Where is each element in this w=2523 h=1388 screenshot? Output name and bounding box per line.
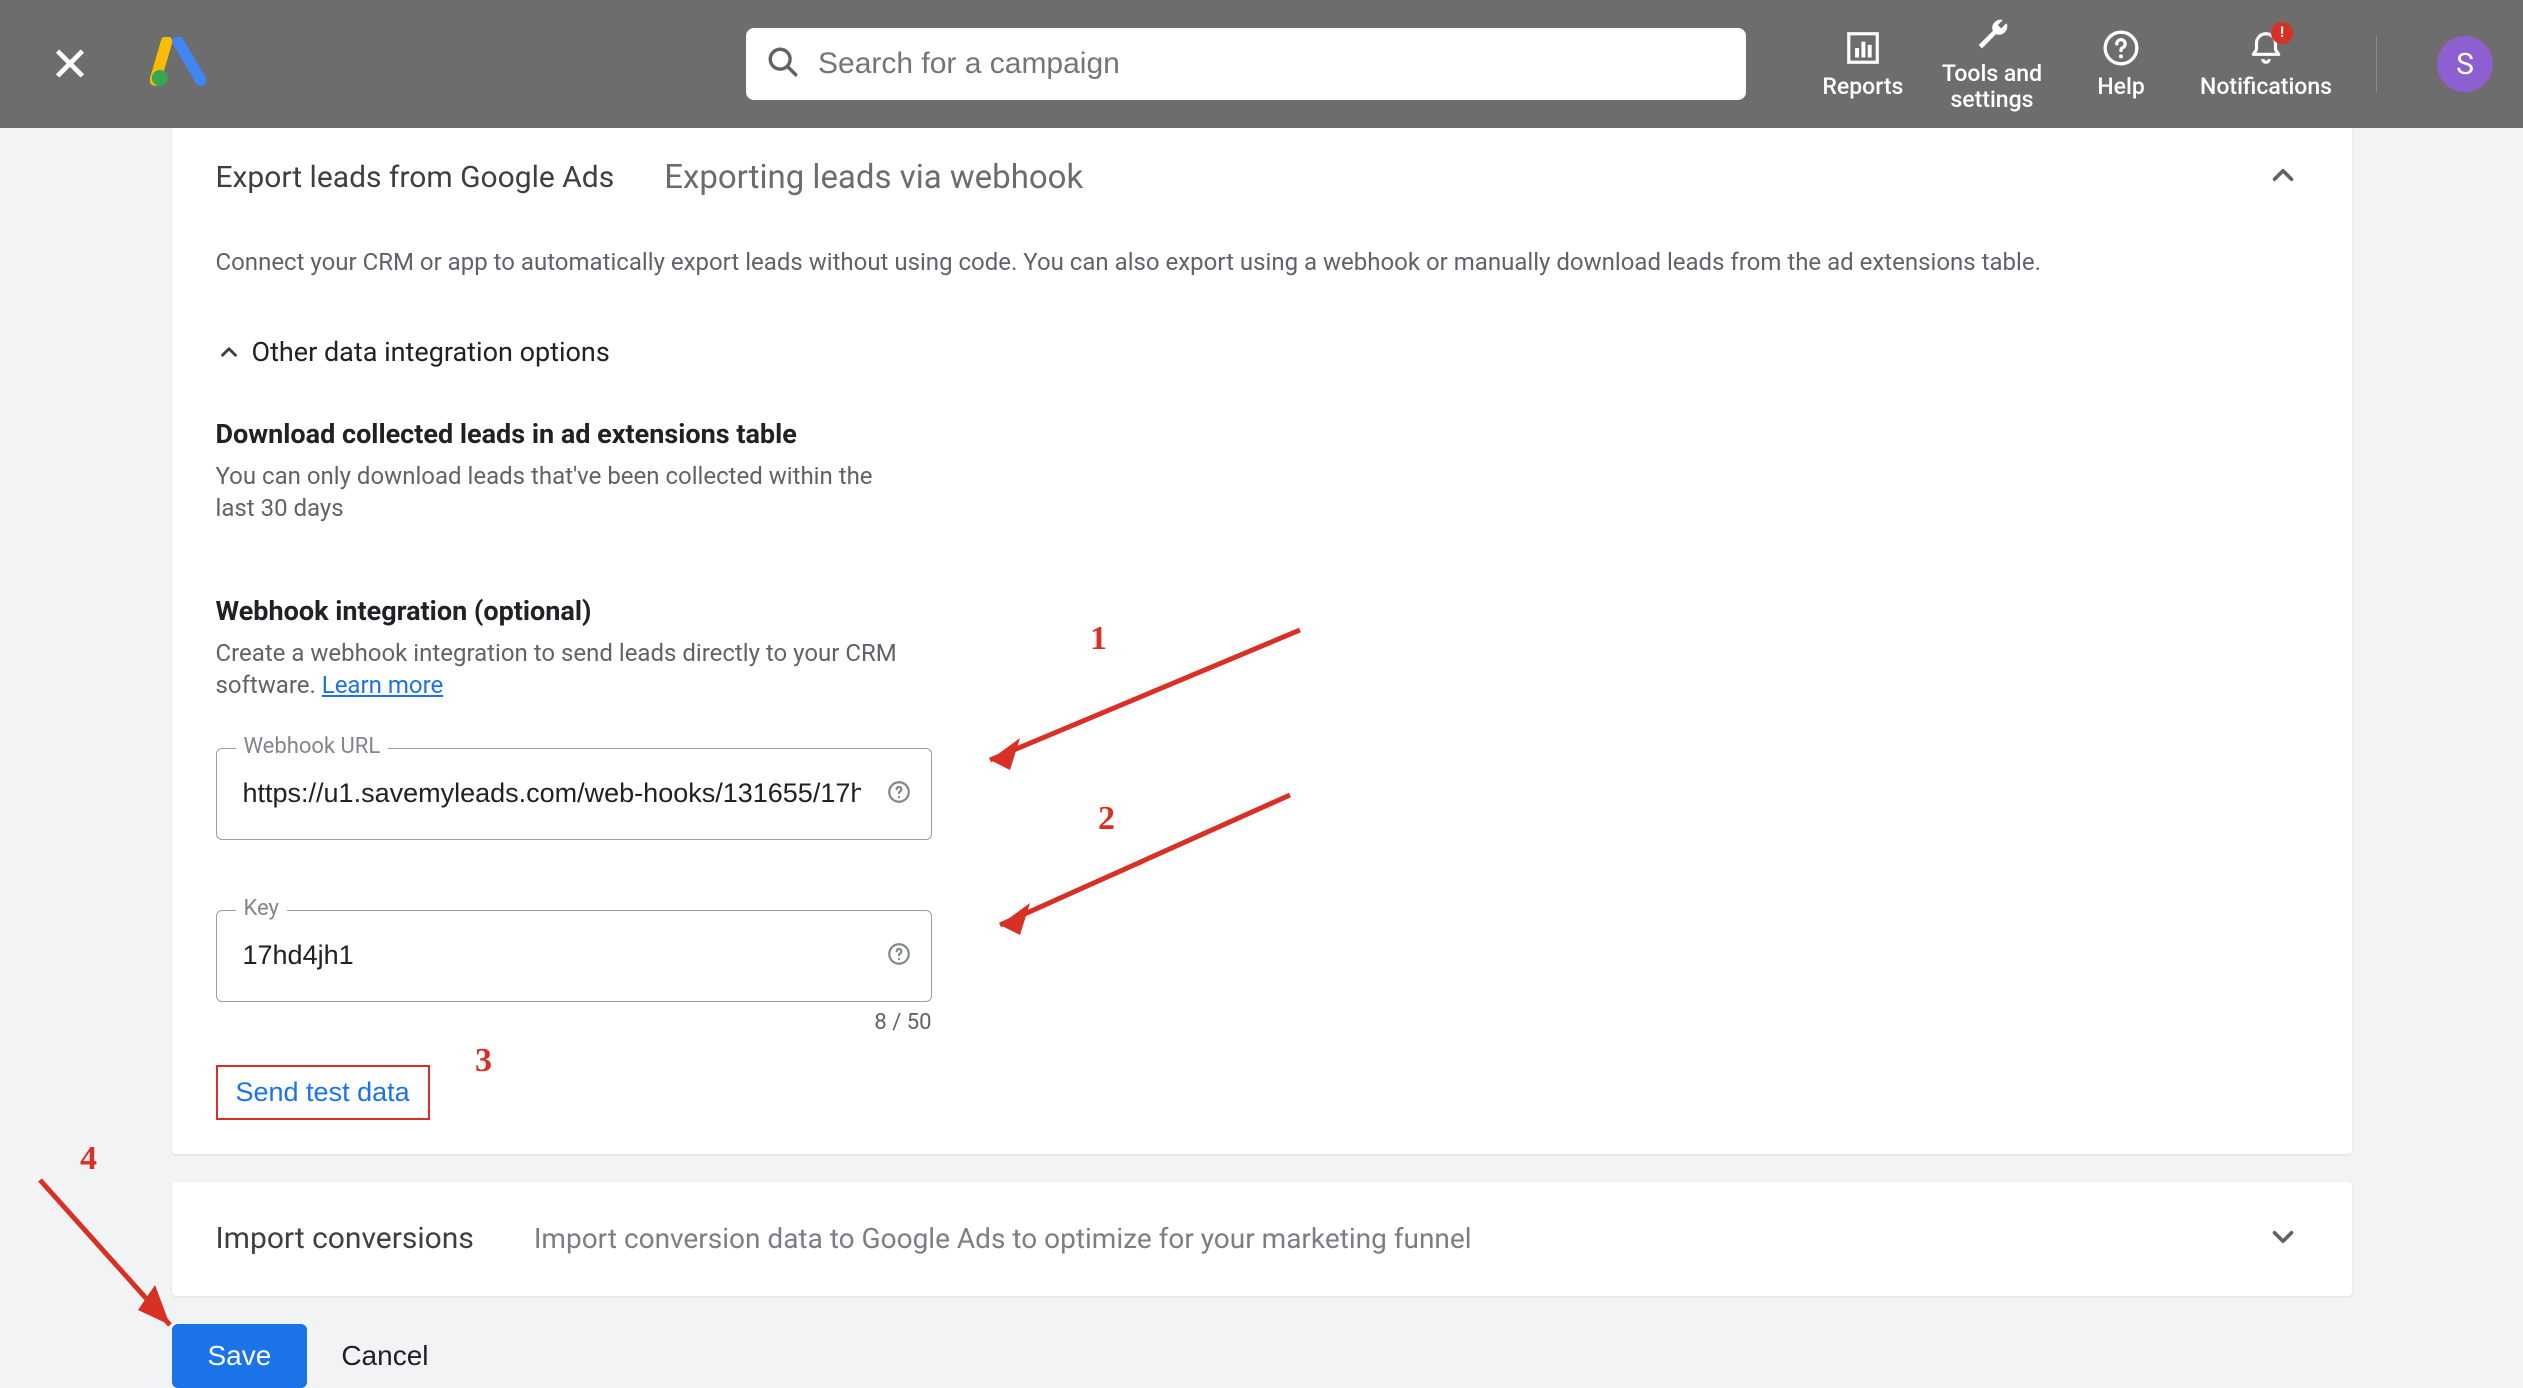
webhook-key-input[interactable] <box>216 910 932 1002</box>
annotation-number-1: 1 <box>1090 620 1107 658</box>
import-subtitle: Import conversion data to Google Ads to … <box>534 1222 1472 1255</box>
nav-label: Reports <box>1822 74 1903 100</box>
download-body: You can only download leads that've been… <box>216 460 906 525</box>
download-heading: Download collected leads in ad extension… <box>216 418 2308 450</box>
webhook-heading: Webhook integration (optional) <box>216 595 2308 627</box>
app-header: ✕ <box>0 0 2523 128</box>
search-box[interactable] <box>746 28 1746 100</box>
annotation-number-4: 4 <box>80 1140 97 1178</box>
form-actions: Save Cancel <box>172 1324 2352 1388</box>
card-title: Export leads from Google Ads <box>216 160 615 195</box>
help-icon[interactable] <box>886 779 912 809</box>
other-options-toggle[interactable]: Other data integration options <box>216 286 2308 378</box>
wrench-icon <box>1972 15 2012 55</box>
nav-tools-settings[interactable]: Tools and settings <box>1942 15 2042 114</box>
import-title: Import conversions <box>216 1221 474 1256</box>
expand-toggle[interactable] <box>2258 1212 2308 1266</box>
annotation-number-3: 3 <box>475 1042 492 1080</box>
chevron-up-icon <box>216 339 242 365</box>
avatar[interactable]: S <box>2437 36 2493 92</box>
key-char-count: 8 / 50 <box>216 1010 932 1035</box>
card-subtitle: Exporting leads via webhook <box>664 158 1083 197</box>
notification-badge: ! <box>2271 22 2293 44</box>
bell-icon: ! <box>2247 28 2285 68</box>
header-divider <box>2376 36 2377 92</box>
nav-reports[interactable]: Reports <box>1818 28 1908 100</box>
annotation-number-2: 2 <box>1098 800 1115 838</box>
help-icon <box>2101 28 2141 68</box>
webhook-body-text: Create a webhook integration to send lea… <box>216 639 897 699</box>
other-options-label: Other data integration options <box>252 336 610 368</box>
nav-notifications[interactable]: ! Notifications <box>2200 28 2332 100</box>
webhook-key-field: Key <box>216 910 932 1002</box>
save-button[interactable]: Save <box>172 1324 308 1388</box>
nav-label: Tools and settings <box>1942 61 2042 114</box>
bar-chart-icon <box>1844 28 1882 68</box>
header-nav: Reports Tools and settings <box>1818 15 2493 114</box>
learn-more-link[interactable]: Learn more <box>322 671 443 699</box>
webhook-key-label: Key <box>236 896 287 921</box>
webhook-url-field: Webhook URL <box>216 748 932 840</box>
nav-label: Help <box>2097 74 2144 100</box>
webhook-url-input[interactable] <box>216 748 932 840</box>
search-input[interactable] <box>818 47 1726 81</box>
collapse-toggle[interactable] <box>2258 150 2308 204</box>
help-icon[interactable] <box>886 941 912 971</box>
nav-label: Notifications <box>2200 74 2332 100</box>
webhook-body: Create a webhook integration to send lea… <box>216 637 946 702</box>
chevron-down-icon <box>2266 1220 2300 1254</box>
export-leads-card: Export leads from Google Ads Exporting l… <box>172 128 2352 1154</box>
nav-help[interactable]: Help <box>2076 28 2166 100</box>
chevron-up-icon <box>2266 158 2300 192</box>
avatar-letter: S <box>2456 47 2474 82</box>
webhook-url-label: Webhook URL <box>236 734 389 759</box>
close-icon[interactable]: ✕ <box>40 36 100 93</box>
send-test-data-button[interactable]: Send test data <box>216 1065 430 1120</box>
search-icon <box>766 45 800 83</box>
card-description: Connect your CRM or app to automatically… <box>216 212 2308 286</box>
google-ads-logo-icon <box>150 37 206 91</box>
import-conversions-card[interactable]: Import conversions Import conversion dat… <box>172 1182 2352 1296</box>
cancel-button[interactable]: Cancel <box>341 1340 428 1372</box>
